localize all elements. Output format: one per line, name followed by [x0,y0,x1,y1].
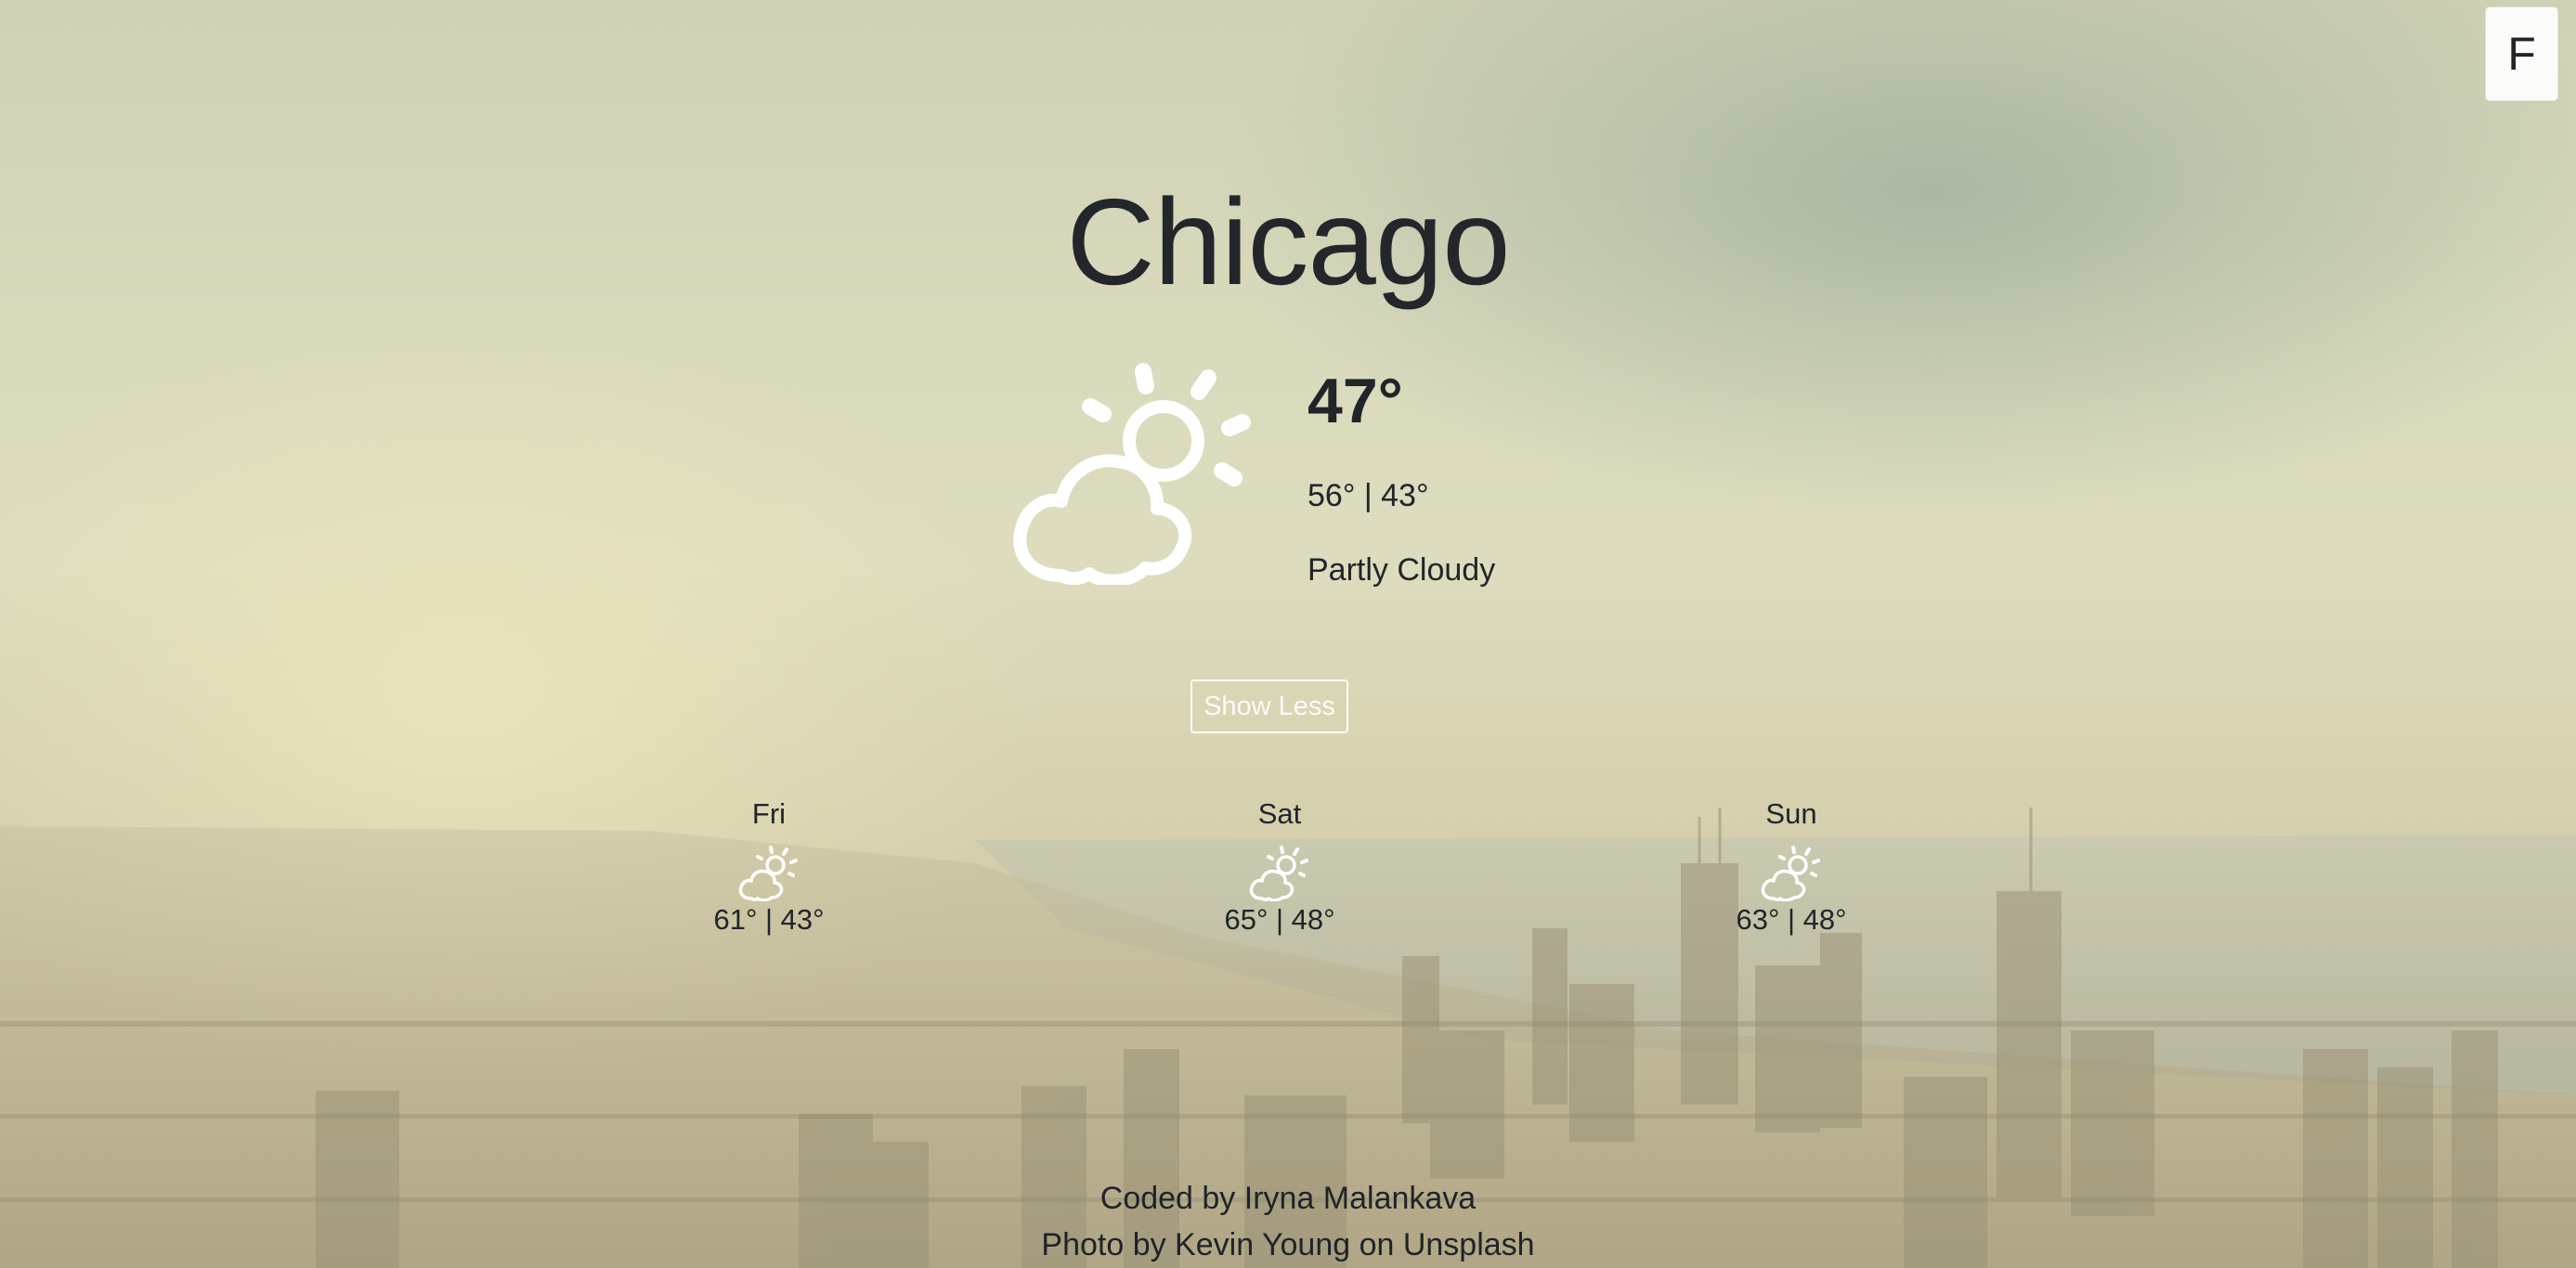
forecast-day-label: Fri [751,797,787,830]
partly-cloudy-icon [738,846,798,901]
partly-cloudy-icon [1249,846,1308,901]
current-high-low: 56° | 43° [1308,478,1429,513]
credit-photo[interactable]: Photo by Kevin Young on Unsplash [0,1227,2576,1263]
city-name: Chicago [1066,174,1510,310]
show-less-button[interactable]: Show Less [1190,679,1348,733]
current-temperature: 47° [1308,366,1403,436]
forecast-high-low: 65° | 48° [1224,903,1335,936]
credit-coded-by[interactable]: Coded by Iryna Malankava [0,1181,2576,1217]
weather-description: Partly Cloudy [1308,552,1496,588]
unit-toggle-button[interactable]: F [2485,6,2558,101]
forecast-day-label: Sun [1765,797,1817,830]
forecast-day-fri: Fri 61° | 43° [667,794,871,937]
forecast-high-low: 61° | 43° [713,903,825,936]
credit-coded-by-link[interactable]: Coded by Iryna Malankava [1100,1181,1476,1216]
partly-cloudy-icon [1013,363,1251,585]
forecast-day-sat: Sat 65° | 48° [1177,794,1382,937]
partly-cloudy-icon [1761,846,1820,901]
forecast-day-label: Sat [1257,797,1302,830]
forecast-high-low: 63° | 48° [1736,903,1847,936]
credit-photo-link[interactable]: Photo by Kevin Young on Unsplash [1041,1227,1534,1262]
forecast-day-sun: Sun 63° | 48° [1689,794,1893,937]
